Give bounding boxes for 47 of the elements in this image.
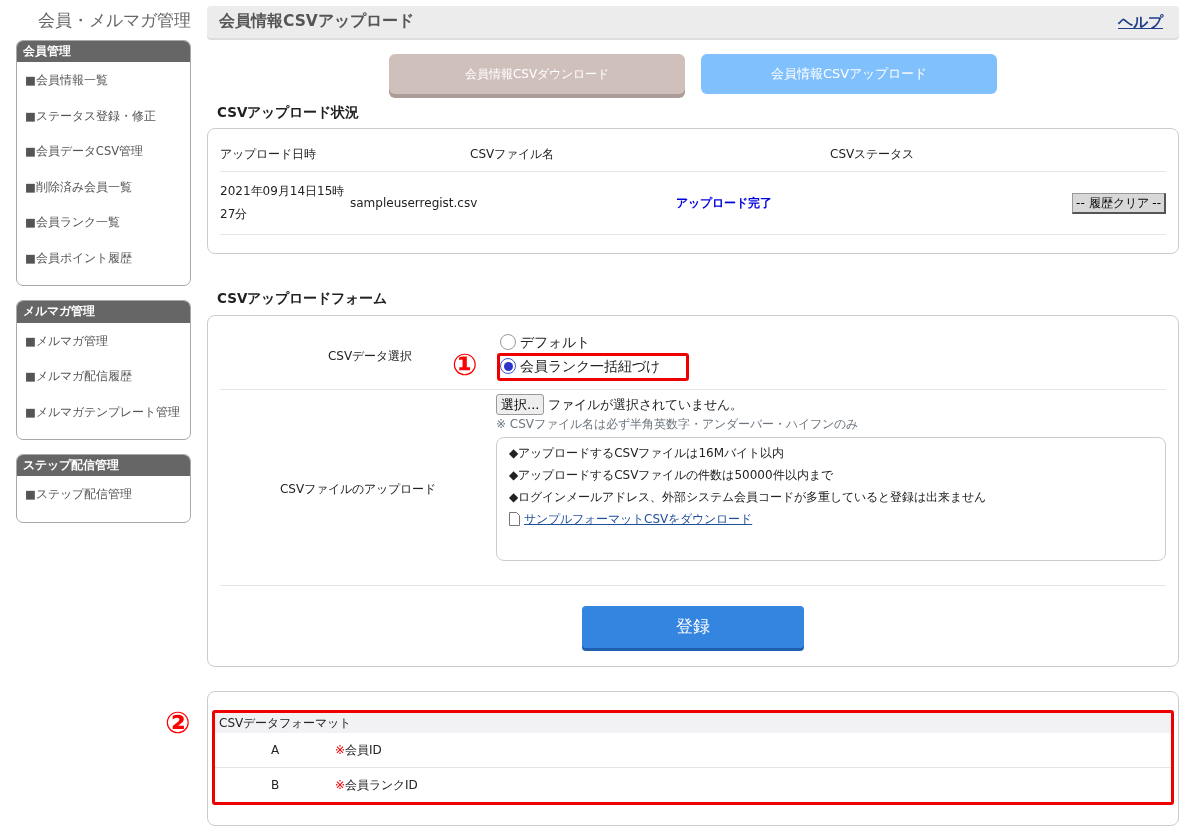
field-label: CSVファイルのアップロード [279, 481, 437, 498]
callout-number: ① [452, 349, 478, 380]
section-title: CSVアップロードフォーム [217, 289, 389, 309]
section-title: CSVアップロード状況 [217, 103, 361, 122]
sidebar-heading: ステップ配信管理 [17, 455, 190, 477]
submit-button[interactable]: 登録 [582, 605, 804, 648]
radio-button[interactable] [500, 358, 516, 374]
hint-text: ※ CSVファイル名は必ず半角英数字・アンダーバー・ハイフンのみ [496, 416, 860, 433]
sidebar-link[interactable]: ■メルマガ管理 [17, 322, 190, 358]
status-text: アップロード完了 [676, 195, 773, 213]
sidebar-heading: 会員管理 [17, 41, 190, 63]
column-header: CSVステータス [830, 146, 916, 164]
callout-number: ② [165, 707, 191, 738]
help-link[interactable]: ヘルプ [1118, 10, 1163, 34]
column-header: CSVファイル名 [470, 146, 556, 164]
note-text: ◆アップロードするCSVファイルの件数は50000件以内まで [509, 467, 834, 484]
table-cell-text: 2021年09月14日15時27分 [220, 183, 346, 224]
note-text: ◆ログインメールアドレス、外部システム会員コードが多重していると登録は出来ません [509, 489, 988, 506]
page-title: 会員情報CSVアップロード [219, 11, 414, 33]
sidebar-link[interactable]: ■削除済み会員一覧 [17, 168, 190, 205]
radio-option[interactable]: デフォルト [500, 331, 590, 353]
sidebar-link[interactable]: ■会員ポイント履歴 [17, 239, 190, 276]
sidebar-link[interactable]: ■メルマガ配信履歴 [17, 358, 190, 394]
column-header: アップロード日時 [220, 146, 317, 164]
table-cell-text: ※会員ランクID [335, 776, 418, 794]
table-cell-text: sampleuserregist.csv [350, 195, 479, 213]
radio-option[interactable]: 会員ランク一括紐づけ [500, 355, 660, 377]
sidebar-link[interactable]: ■ステータス登録・修正 [17, 97, 190, 134]
radio-button[interactable] [500, 334, 516, 350]
sidebar-link[interactable]: ■ステップ配信管理 [17, 476, 190, 512]
sidebar-link[interactable]: ■メルマガテンプレート管理 [17, 393, 190, 429]
file-status: ファイルが選択されていません。 [548, 395, 744, 414]
clear-history-button[interactable]: -- 履歴クリア -- [1072, 192, 1166, 214]
sidebar-link[interactable]: ■会員情報一覧 [17, 62, 190, 98]
sidebar-heading: メルマガ管理 [17, 301, 190, 323]
app-title: 会員・メルマガ管理 [37, 9, 191, 32]
sidebar-link[interactable]: ■会員ランク一覧 [17, 204, 190, 240]
field-label: CSVデータ選択 [327, 348, 413, 365]
table-heading: CSVデータフォーマット [215, 712, 1171, 733]
document-icon [509, 512, 520, 526]
file-select-button[interactable]: 選択... [496, 393, 545, 415]
sidebar-link[interactable]: ■会員データCSV管理 [17, 133, 190, 169]
table-cell-text: A [269, 741, 281, 759]
note-text: ◆アップロードするCSVファイルは16Mバイト以内 [509, 445, 786, 462]
table-cell-text: B [269, 776, 281, 794]
sample-download-link[interactable]: サンプルフォーマットCSVをダウンロード [524, 510, 753, 528]
table-cell-text: ※会員ID [335, 741, 382, 759]
